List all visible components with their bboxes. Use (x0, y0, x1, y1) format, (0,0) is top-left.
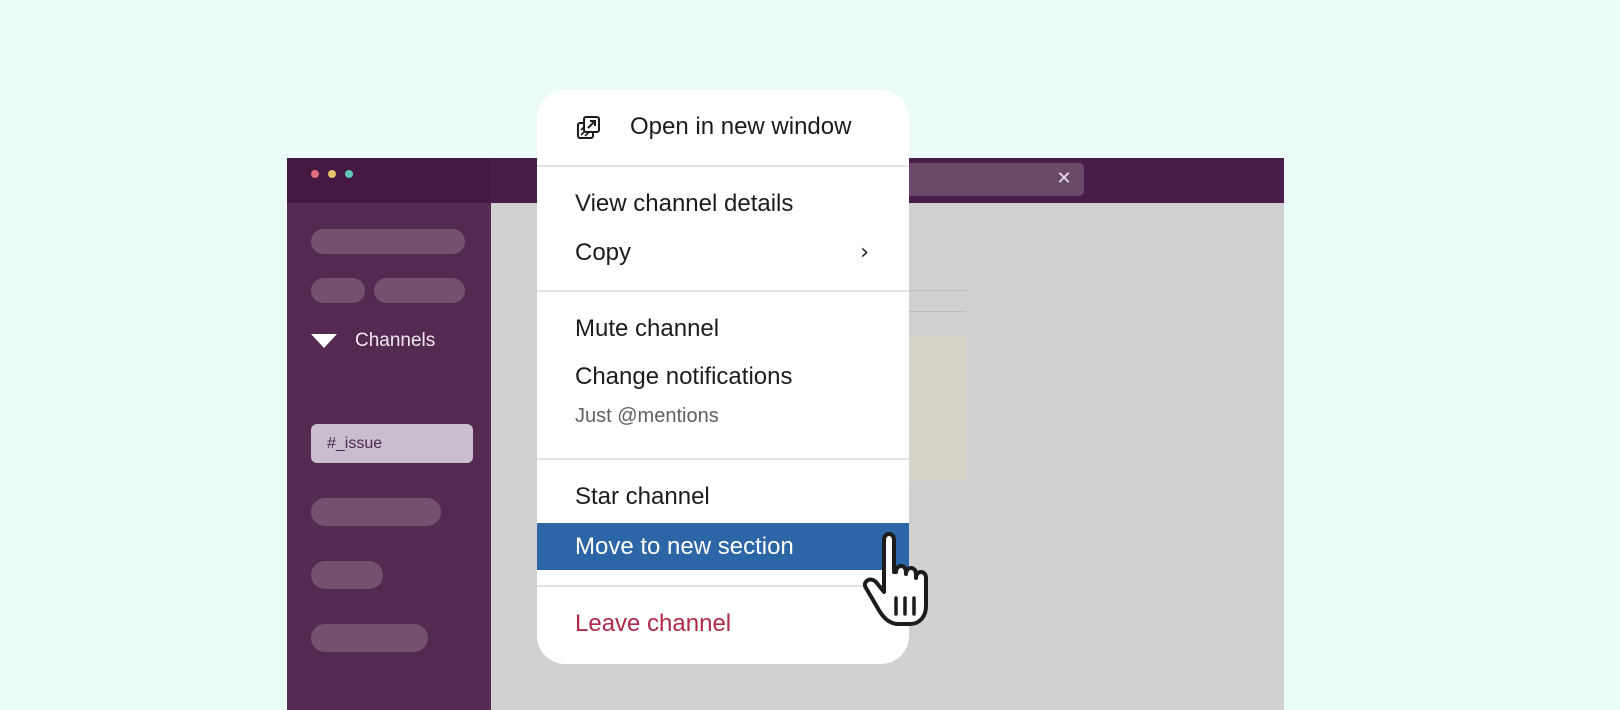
menu-item-open-new-window[interactable]: Open in new window (537, 105, 909, 149)
caret-down-icon[interactable] (311, 334, 337, 348)
notifications-value: Just @mentions (575, 405, 719, 427)
title-bar-left (287, 158, 491, 203)
sidebar-placeholder-item (311, 498, 441, 526)
sidebar-item-issue[interactable]: #_issue (311, 424, 473, 463)
hand-pointer-icon (863, 532, 928, 626)
content-divider (909, 311, 966, 312)
menu-item-star-channel[interactable]: Star channel (537, 475, 909, 519)
menu-item-leave-channel[interactable]: Leave channel (537, 602, 909, 646)
sidebar-placeholder-item (311, 561, 383, 589)
content-placeholder-box (909, 336, 966, 481)
menu-divider (537, 165, 909, 167)
menu-divider (537, 290, 909, 292)
close-icon[interactable]: ✕ (1054, 169, 1074, 189)
chevron-right-icon: › (860, 240, 869, 265)
menu-item-move-to-new-section[interactable]: Move to new section (537, 523, 909, 570)
menu-item-mute-channel[interactable]: Mute channel (537, 307, 909, 351)
menu-item-copy-label: Copy (575, 239, 632, 266)
menu-divider (537, 458, 909, 460)
content-divider (909, 290, 966, 291)
sidebar-placeholder-workspace (311, 229, 465, 254)
menu-item-copy[interactable]: Copy › (537, 231, 909, 275)
sidebar-placeholder-item (311, 624, 428, 652)
sidebar: Channels #_issue (287, 203, 491, 710)
menu-item-change-notifications[interactable]: Change notifications (537, 355, 909, 399)
sidebar-placeholder-item (311, 278, 365, 303)
channels-label: Channels (355, 330, 436, 351)
sidebar-placeholder-item (374, 278, 465, 303)
menu-divider (537, 585, 909, 587)
channels-section-header[interactable]: Channels (311, 327, 435, 355)
window-close-dot[interactable] (311, 170, 319, 178)
menu-item-view-channel-details[interactable]: View channel details (537, 182, 909, 226)
window-zoom-dot[interactable] (345, 170, 353, 178)
channel-context-menu: Open in new window View channel details … (537, 90, 909, 664)
window-minimize-dot[interactable] (328, 170, 336, 178)
